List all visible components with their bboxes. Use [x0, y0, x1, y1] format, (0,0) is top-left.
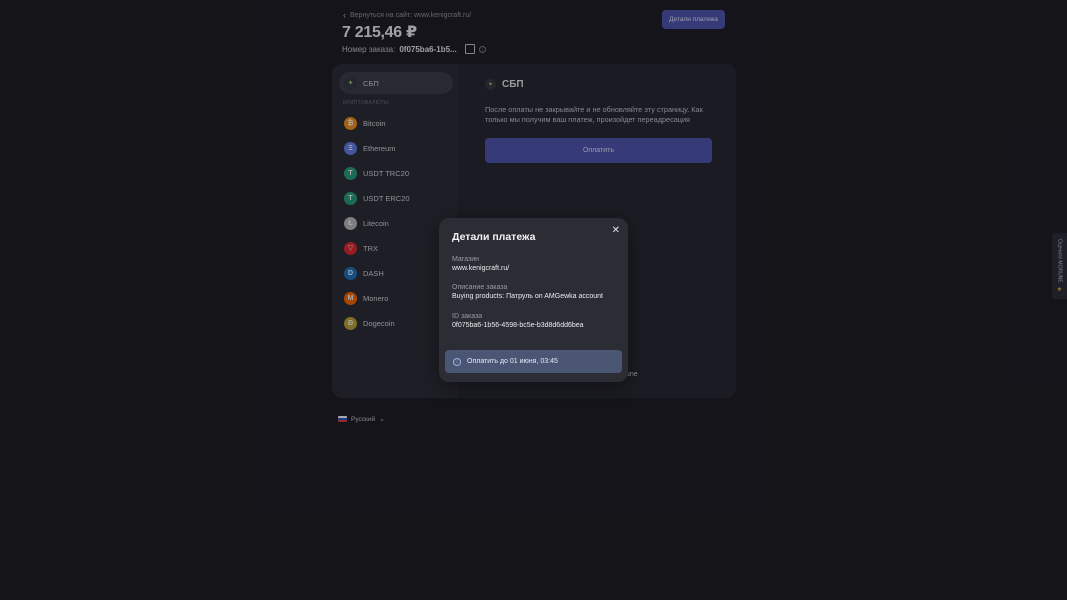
method-dash[interactable]: D DASH [339, 262, 453, 284]
tether-icon: T [344, 166, 357, 180]
chevron-left-icon: ‹ [343, 10, 346, 20]
dogecoin-icon: Ð [344, 316, 357, 330]
chevron-down-icon: ⌄ [379, 416, 385, 423]
deadline-text: Оплатить до 01 июня, 03:45 [467, 358, 558, 365]
method-usdt-erc20[interactable]: T USDT ERC20 [339, 187, 453, 209]
info-icon: i [453, 357, 461, 366]
feedback-label: Оцените MORUNE [1056, 239, 1063, 283]
dash-icon: D [344, 266, 357, 280]
method-title: ✦ СБП [485, 79, 524, 90]
method-label: Litecoin [363, 218, 389, 228]
close-icon[interactable]: ✕ [612, 225, 620, 236]
method-label: СБП [363, 78, 379, 88]
ethereum-icon: Ξ [344, 141, 357, 155]
back-link-label: Вернуться на сайт: www.kenigcraft.ru/ [350, 11, 472, 19]
order-number: Номер заказа: 0f075ba6-1b5... i [342, 44, 486, 54]
method-bitcoin[interactable]: ₿ Bitcoin [339, 112, 453, 134]
order-id-value: 0f075ba6-1b56-4598-bc5e-b3d8d6dd6bea [452, 322, 584, 329]
method-label: DASH [363, 268, 384, 278]
method-label: Ethereum [363, 143, 396, 153]
copy-icon[interactable] [464, 44, 475, 54]
payment-amount: 7 215,46 ₽ [342, 24, 417, 41]
method-label: Monero [363, 293, 389, 303]
litecoin-icon: Ł [344, 216, 357, 230]
language-label: Русский [351, 415, 376, 423]
pay-button[interactable]: Оплатить [485, 138, 712, 163]
method-label: Dogecoin [363, 318, 395, 328]
description-value: Buying products: Патруль on AMGewka acco… [452, 293, 603, 300]
sbp-icon: ✦ [485, 79, 496, 90]
shop-value: www.kenigcraft.ru/ [452, 265, 510, 272]
method-label: USDT ERC20 [363, 193, 410, 203]
tron-icon: ▽ [344, 241, 357, 255]
modal-title: Детали платежа [452, 231, 536, 243]
order-number-value: 0f075ba6-1b5... [399, 44, 457, 54]
method-label: Bitcoin [363, 118, 386, 128]
language-selector[interactable]: Русский ⌄ [338, 415, 385, 423]
method-monero[interactable]: M Monero [339, 287, 453, 309]
method-litecoin[interactable]: Ł Litecoin [339, 212, 453, 234]
order-id-label: ID заказа [452, 313, 483, 320]
method-sbp[interactable]: ✦ СБП [339, 72, 453, 94]
tether-icon: T [344, 191, 357, 205]
info-icon[interactable]: i [478, 45, 486, 53]
method-ethereum[interactable]: Ξ Ethereum [339, 137, 453, 159]
bitcoin-icon: ₿ [344, 116, 357, 130]
method-usdt-trc20[interactable]: T USDT TRC20 [339, 162, 453, 184]
description-label: Описание заказа [452, 284, 508, 291]
order-number-label: Номер заказа: [342, 44, 396, 54]
method-label: TRX [363, 243, 378, 253]
sbp-icon: ✦ [344, 76, 357, 90]
monero-icon: M [344, 291, 357, 305]
feedback-tab[interactable]: Оцените MORUNE ★ [1052, 233, 1067, 299]
shop-label: Магазин [452, 256, 480, 263]
method-dogecoin[interactable]: Ð Dogecoin [339, 312, 453, 334]
back-to-site-link[interactable]: ‹ Вернуться на сайт: www.kenigcraft.ru/ [343, 10, 471, 20]
payment-deadline: i Оплатить до 01 июня, 03:45 [445, 350, 622, 373]
payment-details-button[interactable]: Детали платежа [662, 10, 725, 29]
method-label: USDT TRC20 [363, 168, 409, 178]
method-trx[interactable]: ▽ TRX [339, 237, 453, 259]
star-icon: ★ [1056, 286, 1063, 293]
method-title-text: СБП [502, 79, 524, 90]
crypto-section-label: КРИПТОВАЛЮТЫ [343, 100, 389, 106]
russia-flag-icon [338, 416, 347, 422]
redirect-notice: После оплаты не закрывайте и не обновляй… [485, 105, 703, 124]
payment-details-modal: Детали платежа ✕ Магазин www.kenigcraft.… [439, 218, 628, 382]
